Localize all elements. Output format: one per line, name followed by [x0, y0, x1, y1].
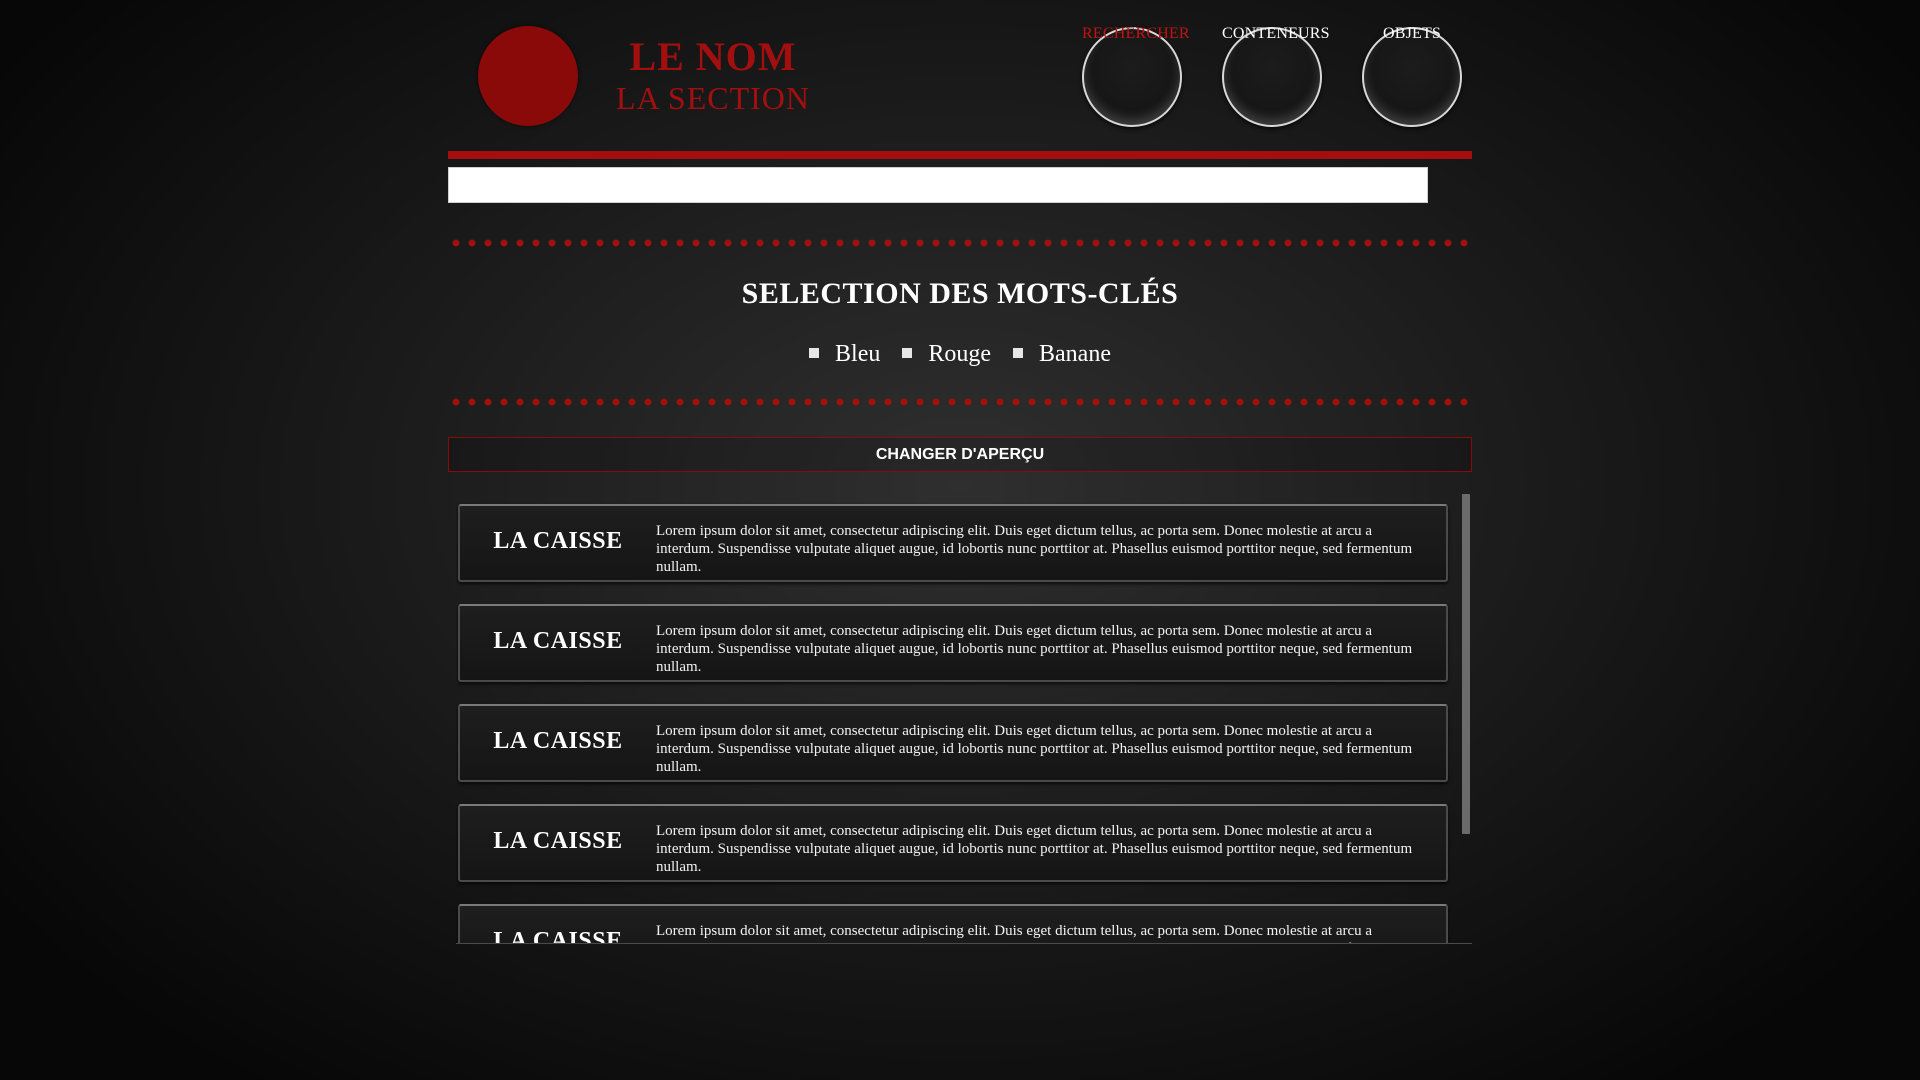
- logo[interactable]: [478, 26, 578, 126]
- page: LE NOM LA SECTION RECHERCHER CONTENEURS …: [448, 0, 1472, 1080]
- keywords-list: Bleu Rouge Banane: [448, 339, 1472, 369]
- dotted-divider: [448, 239, 1472, 247]
- result-title: LA CAISSE: [493, 828, 623, 854]
- result-card[interactable]: LA CAISSE Lorem ipsum dolor sit amet, co…: [458, 904, 1448, 944]
- result-description: Lorem ipsum dolor sit amet, consectetur …: [656, 623, 1413, 675]
- result-title: LA CAISSE: [493, 728, 623, 754]
- results-scrollbar[interactable]: [1462, 494, 1470, 834]
- keyword-label[interactable]: Banane: [1039, 341, 1111, 367]
- results-list: LA CAISSE Lorem ipsum dolor sit amet, co…: [456, 494, 1472, 944]
- keyword-item-rouge[interactable]: Rouge: [902, 339, 991, 369]
- result-card[interactable]: LA CAISSE Lorem ipsum dolor sit amet, co…: [458, 804, 1448, 882]
- result-description: Lorem ipsum dolor sit amet, consectetur …: [656, 823, 1413, 875]
- result-card[interactable]: LA CAISSE Lorem ipsum dolor sit amet, co…: [458, 504, 1448, 582]
- square-bullet-icon: [902, 348, 913, 359]
- keyword-label[interactable]: Bleu: [835, 341, 880, 367]
- result-description: Lorem ipsum dolor sit amet, consectetur …: [656, 923, 1412, 943]
- keyword-item-bleu[interactable]: Bleu: [809, 339, 880, 369]
- result-title: LA CAISSE: [493, 528, 623, 554]
- result-card[interactable]: LA CAISSE Lorem ipsum dolor sit amet, co…: [458, 704, 1448, 782]
- nav-item-objets[interactable]: OBJETS: [1362, 24, 1462, 127]
- nav-label[interactable]: OBJETS: [1362, 24, 1462, 44]
- change-view-button[interactable]: CHANGER D'APERÇU: [448, 437, 1472, 472]
- nav-item-rechercher[interactable]: RECHERCHER: [1082, 24, 1190, 127]
- brand: LE NOM LA SECTION: [598, 34, 828, 116]
- keywords-title: SELECTION DES MOTS-CLÉS: [741, 277, 1179, 310]
- nav-item-conteneurs[interactable]: CONTENEURS: [1222, 24, 1330, 127]
- square-bullet-icon: [1013, 348, 1024, 359]
- nav-label[interactable]: RECHERCHER: [1082, 24, 1190, 44]
- brand-name: LE NOM: [629, 34, 797, 79]
- header-divider: [448, 151, 1472, 159]
- result-title: LA CAISSE: [493, 928, 623, 944]
- nav-label[interactable]: CONTENEURS: [1222, 24, 1330, 44]
- result-card[interactable]: LA CAISSE Lorem ipsum dolor sit amet, co…: [458, 604, 1448, 682]
- square-bullet-icon: [809, 348, 820, 359]
- result-description: Lorem ipsum dolor sit amet, consectetur …: [656, 723, 1413, 775]
- keyword-label[interactable]: Rouge: [928, 341, 991, 367]
- result-description: Lorem ipsum dolor sit amet, consectetur …: [656, 523, 1413, 575]
- brand-section: LA SECTION: [616, 80, 810, 116]
- search-input[interactable]: [448, 167, 1428, 203]
- keyword-item-banane[interactable]: Banane: [1013, 339, 1111, 369]
- result-title: LA CAISSE: [493, 628, 623, 654]
- dotted-divider: [448, 398, 1472, 406]
